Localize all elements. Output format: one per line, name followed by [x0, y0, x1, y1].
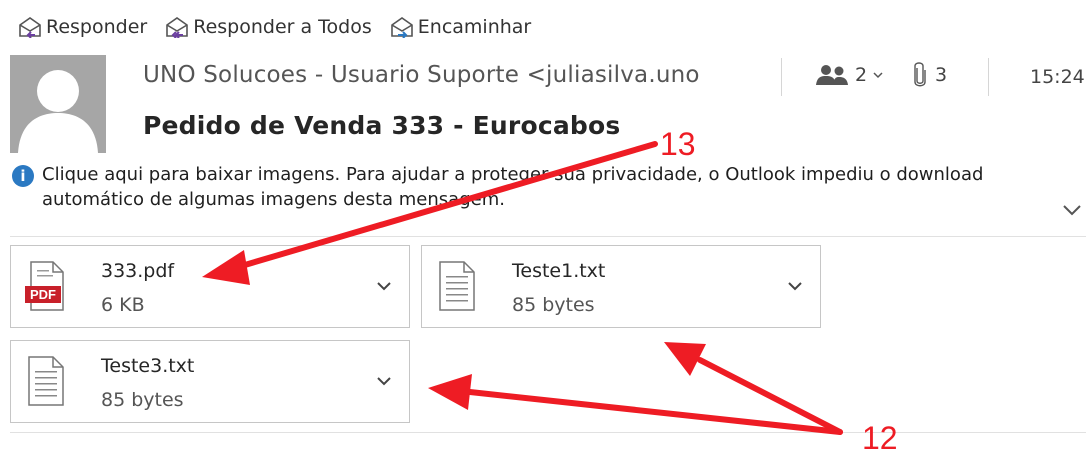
sender-name[interactable]: UNO Solucoes - Usuario Suporte <juliasil…	[143, 62, 751, 88]
annotation-arrowhead	[664, 342, 706, 376]
blocked-images-infobar[interactable]: i Clique aqui para baixar imagens. Para …	[12, 162, 1052, 212]
reply-all-button[interactable]: Responder a Todos	[165, 16, 372, 38]
attachment-name: Teste3.txt	[101, 355, 195, 377]
text-file-icon	[439, 261, 475, 311]
reply-all-icon	[166, 17, 189, 38]
text-file-icon	[28, 356, 64, 406]
header-divider	[988, 58, 989, 96]
chevron-down-icon[interactable]	[373, 275, 395, 297]
sender-avatar[interactable]	[10, 55, 106, 153]
attachment-card[interactable]: Teste1.txt 85 bytes	[421, 245, 821, 328]
attachment-card[interactable]: Teste3.txt 85 bytes	[10, 340, 410, 423]
annotation-arrow-12a	[467, 389, 843, 435]
attachment-size: 85 bytes	[512, 294, 595, 316]
attachments-count: 3	[935, 64, 948, 86]
attachment-card[interactable]: PDF 333.pdf 6 KB	[10, 245, 410, 328]
pdf-file-icon: PDF	[25, 261, 64, 311]
infobar-text: Clique aqui para baixar imagens. Para aj…	[42, 164, 984, 210]
divider	[10, 236, 1086, 237]
expand-header-chevron-icon[interactable]	[1060, 200, 1084, 220]
attachment-size: 6 KB	[101, 294, 145, 316]
recipients-button[interactable]: 2	[815, 64, 883, 86]
reply-icon	[19, 17, 41, 38]
person-placeholder-icon	[18, 70, 98, 153]
attachment-name: 333.pdf	[101, 260, 175, 282]
pdf-badge-label: PDF	[30, 287, 56, 302]
reply-button[interactable]: Responder	[18, 16, 147, 38]
chevron-down-icon	[873, 72, 883, 79]
recipients-count: 2	[855, 64, 868, 86]
forward-icon	[390, 17, 413, 38]
people-icon	[816, 65, 848, 85]
attachment-name: Teste1.txt	[512, 260, 606, 282]
annotation-label: 13	[660, 126, 696, 162]
annotation-arrow-12b	[697, 357, 843, 435]
annotation-arrowhead	[428, 374, 472, 410]
attachment-size: 85 bytes	[101, 389, 184, 411]
reply-all-label: Responder a Todos	[193, 16, 372, 38]
annotation-label: 12	[862, 420, 898, 456]
chevron-down-icon[interactable]	[784, 275, 806, 297]
reply-label: Responder	[46, 16, 148, 38]
chevron-down-icon[interactable]	[373, 370, 395, 392]
attachments-indicator[interactable]: 3	[913, 62, 947, 88]
divider	[10, 432, 1086, 433]
message-subject: Pedido de Venda 333 - Eurocabos	[143, 111, 621, 140]
forward-label: Encaminhar	[417, 16, 532, 38]
message-time: 15:24	[1030, 66, 1085, 88]
paperclip-icon	[914, 62, 926, 87]
info-icon: i	[12, 165, 34, 187]
reading-pane-toolbar: Responder Responder a Todos Encaminhar	[18, 10, 531, 44]
forward-button[interactable]: Encaminhar	[390, 16, 531, 38]
header-divider	[781, 58, 782, 96]
